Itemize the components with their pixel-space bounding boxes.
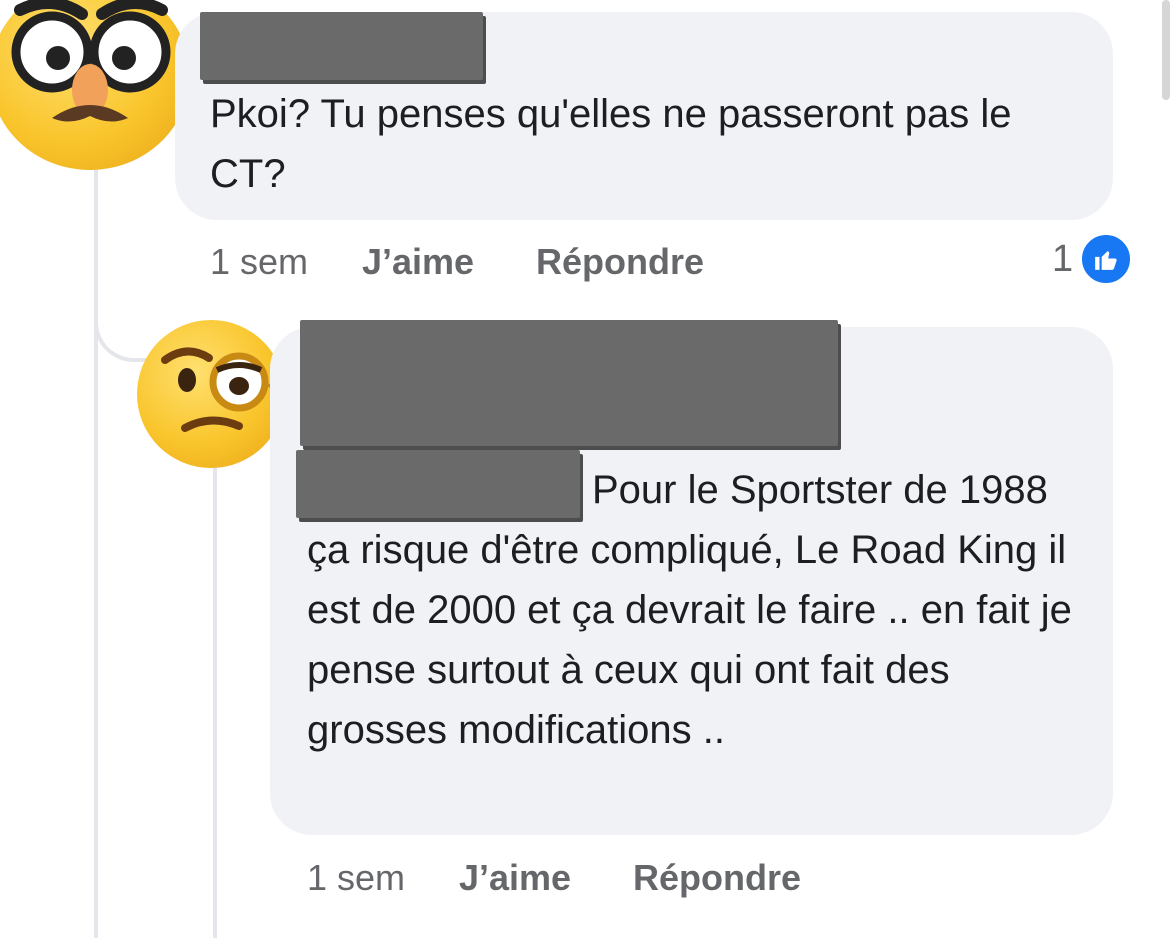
comment-text-content: Pour le Sportster de 1988 ça risque d'êt… — [307, 468, 1072, 752]
thread-line-main — [94, 160, 98, 938]
disguised-face-icon — [11, 0, 171, 122]
reply-button[interactable]: Répondre — [536, 241, 704, 283]
scrollbar[interactable] — [1162, 0, 1170, 100]
reply-button[interactable]: Répondre — [633, 857, 801, 899]
comment-text: Pkoi? Tu penses qu'elles ne passeront pa… — [210, 92, 1012, 196]
comment-text: Pour le Sportster de 1988 ça risque d'êt… — [307, 460, 1097, 760]
like-button[interactable]: J’aime — [362, 241, 536, 283]
reaction-count: 1 — [1052, 237, 1074, 280]
thumbs-up-icon — [1079, 232, 1134, 286]
avatar[interactable] — [0, 0, 190, 170]
redacted-author-name — [300, 320, 838, 446]
reaction-summary[interactable]: 1 — [1052, 232, 1134, 286]
like-button[interactable]: J’aime — [459, 857, 633, 899]
comment-actions: 1 sem J’aime Répondre — [307, 856, 801, 900]
comment-time: 1 sem — [210, 241, 309, 282]
comment-actions: 1 sem J’aime Répondre — [210, 240, 704, 284]
thread-line-reply — [213, 460, 217, 938]
comment-time: 1 sem — [307, 857, 406, 898]
avatar[interactable] — [137, 320, 291, 469]
redacted-author-name — [200, 12, 483, 80]
